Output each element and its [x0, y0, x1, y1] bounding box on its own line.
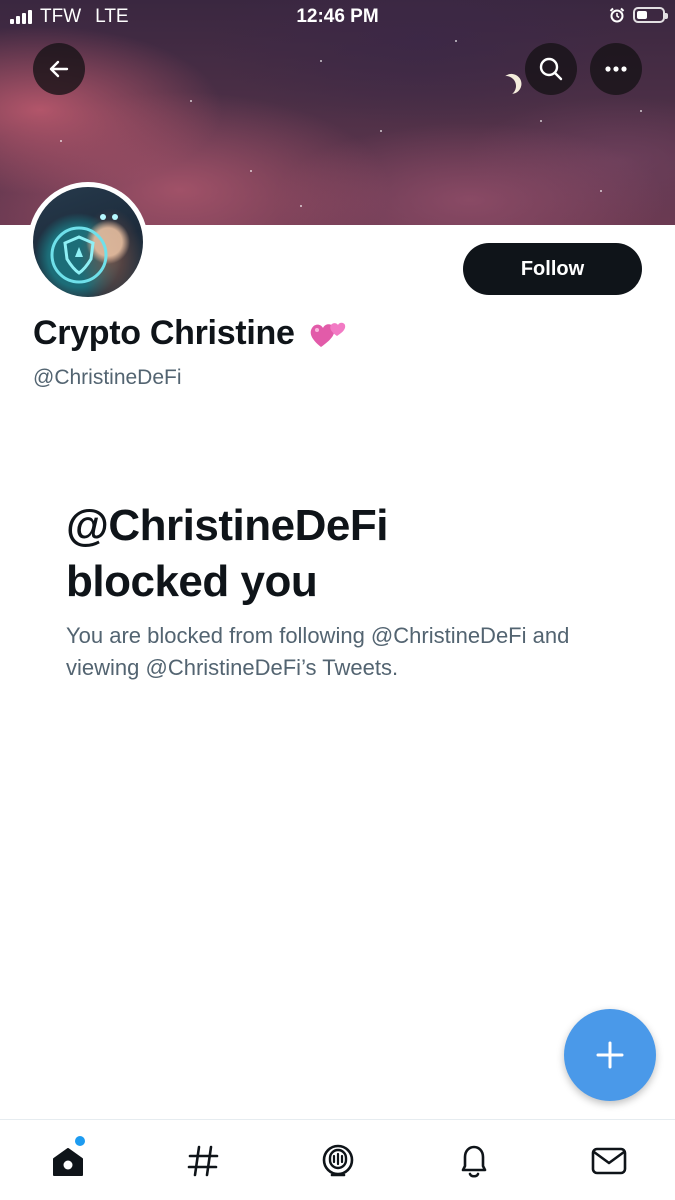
back-button[interactable]	[33, 43, 85, 95]
tab-spaces[interactable]	[315, 1138, 361, 1184]
battery-icon	[633, 7, 668, 23]
display-name: Crypto Christine	[33, 314, 295, 352]
banner-star	[300, 205, 302, 207]
blocked-title-text: blocked you	[66, 557, 318, 606]
spaces-icon	[322, 1144, 354, 1177]
banner-star	[540, 120, 542, 122]
user-handle: @ChristineDeFi	[33, 366, 182, 389]
arrow-left-icon	[49, 60, 69, 78]
follow-button[interactable]: Follow	[463, 243, 642, 295]
shield-logo-icon	[50, 214, 118, 284]
compose-tweet-button[interactable]	[564, 1009, 656, 1101]
status-time: 12:46 PM	[296, 6, 379, 27]
banner-star	[380, 130, 382, 132]
avatar[interactable]	[28, 182, 148, 302]
avatar-image	[33, 187, 143, 297]
banner-star	[600, 190, 602, 192]
bottom-tab-bar	[0, 1119, 675, 1200]
blocked-title-handle: @ChristineDeFi	[66, 501, 388, 550]
more-button[interactable]	[590, 43, 642, 95]
tab-messages[interactable]	[586, 1138, 632, 1184]
moon-icon	[494, 74, 517, 97]
tab-explore[interactable]	[180, 1138, 226, 1184]
tab-notifications[interactable]	[451, 1138, 497, 1184]
banner-star	[455, 40, 457, 42]
alarm-icon	[609, 7, 625, 23]
banner-star	[60, 140, 62, 142]
search-icon	[539, 57, 563, 81]
banner-star	[250, 170, 252, 172]
tab-home[interactable]	[45, 1136, 91, 1184]
status-bar: TFW LTE 12:46 PM	[0, 0, 675, 36]
home-notification-dot	[75, 1136, 85, 1146]
more-horizontal-icon	[605, 66, 627, 72]
search-button[interactable]	[525, 43, 577, 95]
hashtag-icon	[187, 1145, 219, 1177]
blocked-description: You are blocked from following @Christin…	[66, 623, 570, 680]
two-hearts-emoji-icon	[310, 322, 345, 347]
bell-icon	[461, 1145, 487, 1178]
blocked-title: @ChristineDeFi blocked you	[66, 498, 626, 610]
plus-icon	[596, 1041, 624, 1069]
banner-star	[190, 100, 192, 102]
home-icon	[53, 1148, 83, 1176]
mail-icon	[591, 1147, 627, 1175]
profile-name-row: Crypto Christine	[33, 314, 347, 353]
banner-star	[320, 60, 322, 62]
banner-star	[640, 110, 642, 112]
